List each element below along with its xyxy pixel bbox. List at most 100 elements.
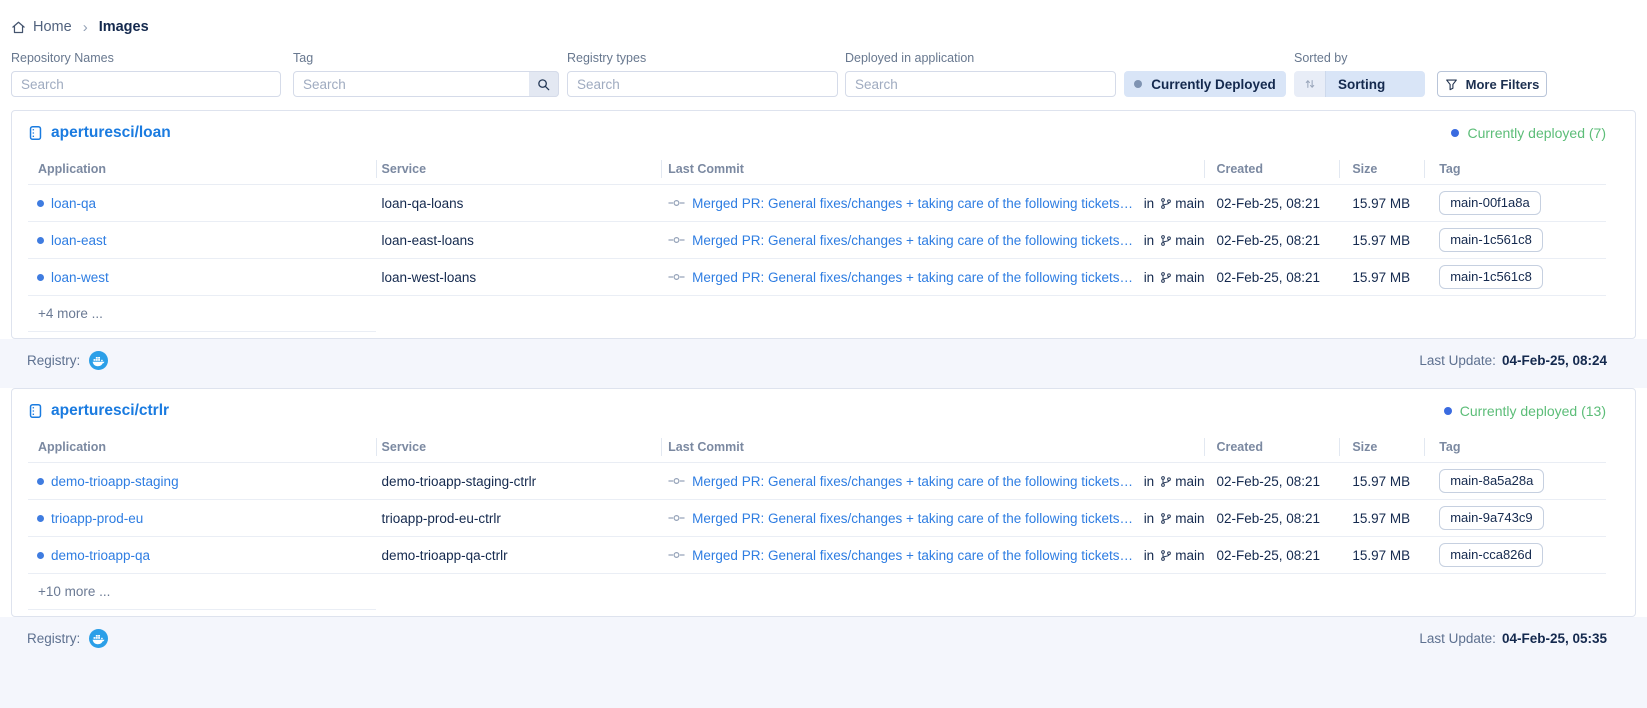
image-tag-pill: main-1c561c8 xyxy=(1439,228,1543,252)
size-value: 15.97 MB xyxy=(1339,270,1424,285)
repository-link[interactable]: aperturesci/loan xyxy=(28,124,171,142)
git-commit-icon xyxy=(668,476,685,486)
docker-registry-icon xyxy=(89,629,108,648)
commit-message-link[interactable]: Merged PR: General fixes/changes + takin… xyxy=(692,196,1134,211)
column-header-created: Created xyxy=(1204,431,1339,462)
column-header-application: Application xyxy=(28,153,376,184)
currently-deployed-toggle[interactable]: Currently Deployed xyxy=(1124,71,1286,97)
deployed-status: Currently deployed (7) xyxy=(1451,125,1606,141)
commit-message-link[interactable]: Merged PR: General fixes/changes + takin… xyxy=(692,548,1134,563)
branch-name: main xyxy=(1175,196,1204,211)
currently-deployed-toggle-label: Currently Deployed xyxy=(1151,77,1276,92)
column-header-service: Service xyxy=(376,431,662,462)
repository-card: aperturesci/ctrlr Currently deployed (13… xyxy=(11,388,1636,617)
created-value: 02-Feb-25, 08:21 xyxy=(1204,511,1339,526)
in-label: in xyxy=(1144,233,1155,248)
registry-types-input[interactable] xyxy=(567,71,838,97)
service-name: demo-trioapp-staging-ctrlr xyxy=(376,474,662,489)
git-branch-icon xyxy=(1160,271,1172,284)
application-link[interactable]: loan-qa xyxy=(51,196,96,211)
app-status-dot-icon xyxy=(37,552,44,559)
app-status-dot-icon xyxy=(37,274,44,281)
deployed-status-text: Currently deployed (7) xyxy=(1467,125,1606,141)
service-name: demo-trioapp-qa-ctrlr xyxy=(376,548,662,563)
table-row: loan-qa loan-qa-loans Merged PR: General… xyxy=(28,185,1606,222)
registry-label: Registry: xyxy=(27,353,80,368)
more-filters-button[interactable]: More Filters xyxy=(1437,71,1547,97)
tag-input[interactable] xyxy=(293,71,559,97)
sorting-dropdown[interactable]: Sorting xyxy=(1326,71,1425,97)
search-icon xyxy=(537,78,550,91)
commit-message-link[interactable]: Merged PR: General fixes/changes + takin… xyxy=(692,474,1134,489)
application-link[interactable]: trioapp-prod-eu xyxy=(51,511,143,526)
git-branch-icon xyxy=(1160,197,1172,210)
application-link[interactable]: loan-west xyxy=(51,270,109,285)
created-value: 02-Feb-25, 08:21 xyxy=(1204,196,1339,211)
breadcrumb-home-link[interactable]: Home xyxy=(11,19,72,35)
tag-label: Tag xyxy=(293,51,559,65)
app-status-dot-icon xyxy=(37,478,44,485)
table-row: loan-west loan-west-loans Merged PR: Gen… xyxy=(28,259,1606,296)
application-link[interactable]: demo-trioapp-staging xyxy=(51,474,179,489)
table-row: loan-east loan-east-loans Merged PR: Gen… xyxy=(28,222,1606,259)
image-tag-pill: main-8a5a28a xyxy=(1439,469,1544,493)
sorting-control[interactable]: Sorting xyxy=(1294,71,1425,97)
application-link[interactable]: demo-trioapp-qa xyxy=(51,548,150,563)
image-repo-icon xyxy=(28,125,43,141)
app-status-dot-icon xyxy=(37,200,44,207)
sort-direction-button[interactable] xyxy=(1294,71,1326,97)
branch-name: main xyxy=(1175,511,1204,526)
sort-arrows-icon xyxy=(1304,78,1316,90)
in-label: in xyxy=(1144,196,1155,211)
created-value: 02-Feb-25, 08:21 xyxy=(1204,548,1339,563)
git-commit-icon xyxy=(668,272,685,282)
column-header-last-commit: Last Commit xyxy=(661,431,1204,462)
git-branch-icon xyxy=(1160,234,1172,247)
service-name: loan-qa-loans xyxy=(376,196,662,211)
column-header-application: Application xyxy=(28,431,376,462)
deployed-in-application-input[interactable] xyxy=(845,71,1116,97)
git-branch-icon xyxy=(1160,549,1172,562)
repository-names-label: Repository Names xyxy=(11,51,281,65)
repository-names-input[interactable] xyxy=(11,71,281,97)
breadcrumb-home-label: Home xyxy=(33,19,72,35)
last-update-label: Last Update: xyxy=(1419,353,1496,368)
show-more-link[interactable]: +4 more ... xyxy=(28,296,376,332)
git-commit-icon xyxy=(668,513,685,523)
repository-link[interactable]: aperturesci/ctrlr xyxy=(28,402,169,420)
toggle-dot-icon xyxy=(1134,80,1142,88)
application-link[interactable]: loan-east xyxy=(51,233,107,248)
column-header-service: Service xyxy=(376,153,662,184)
tag-search-button[interactable] xyxy=(529,71,559,97)
created-value: 02-Feb-25, 08:21 xyxy=(1204,474,1339,489)
deployed-status-dot-icon xyxy=(1451,129,1459,137)
git-commit-icon xyxy=(668,198,685,208)
images-page: Home › Images Repository Names Tag xyxy=(0,0,1647,708)
filter-sorted-by: Sorted by Sorting xyxy=(1294,51,1425,97)
commit-message-link[interactable]: Merged PR: General fixes/changes + takin… xyxy=(692,233,1134,248)
image-tag-pill: main-cca826d xyxy=(1439,543,1543,567)
show-more-link[interactable]: +10 more ... xyxy=(28,574,376,610)
git-commit-icon xyxy=(668,235,685,245)
last-update-value: 04-Feb-25, 08:24 xyxy=(1502,353,1607,368)
filter-repository-names: Repository Names xyxy=(11,51,281,97)
sorted-by-label: Sorted by xyxy=(1294,51,1425,65)
commit-message-link[interactable]: Merged PR: General fixes/changes + takin… xyxy=(692,511,1134,526)
last-update-value: 04-Feb-25, 05:35 xyxy=(1502,631,1607,646)
filter-deployed-in-application: Deployed in application xyxy=(845,51,1116,97)
git-branch-icon xyxy=(1160,512,1172,525)
size-value: 15.97 MB xyxy=(1339,196,1424,211)
images-table: Application Service Last Commit Created … xyxy=(28,153,1606,338)
branch-name: main xyxy=(1175,270,1204,285)
registry-label: Registry: xyxy=(27,631,80,646)
filter-registry-types: Registry types xyxy=(567,51,838,97)
funnel-icon xyxy=(1445,78,1458,91)
chevron-right-icon: › xyxy=(83,19,88,36)
in-label: in xyxy=(1144,511,1155,526)
service-name: trioapp-prod-eu-ctrlr xyxy=(376,511,662,526)
commit-message-link[interactable]: Merged PR: General fixes/changes + takin… xyxy=(692,270,1134,285)
column-header-created: Created xyxy=(1204,153,1339,184)
column-header-tag: Tag xyxy=(1424,431,1606,462)
deployed-status: Currently deployed (13) xyxy=(1444,403,1606,419)
images-table: Application Service Last Commit Created … xyxy=(28,431,1606,616)
